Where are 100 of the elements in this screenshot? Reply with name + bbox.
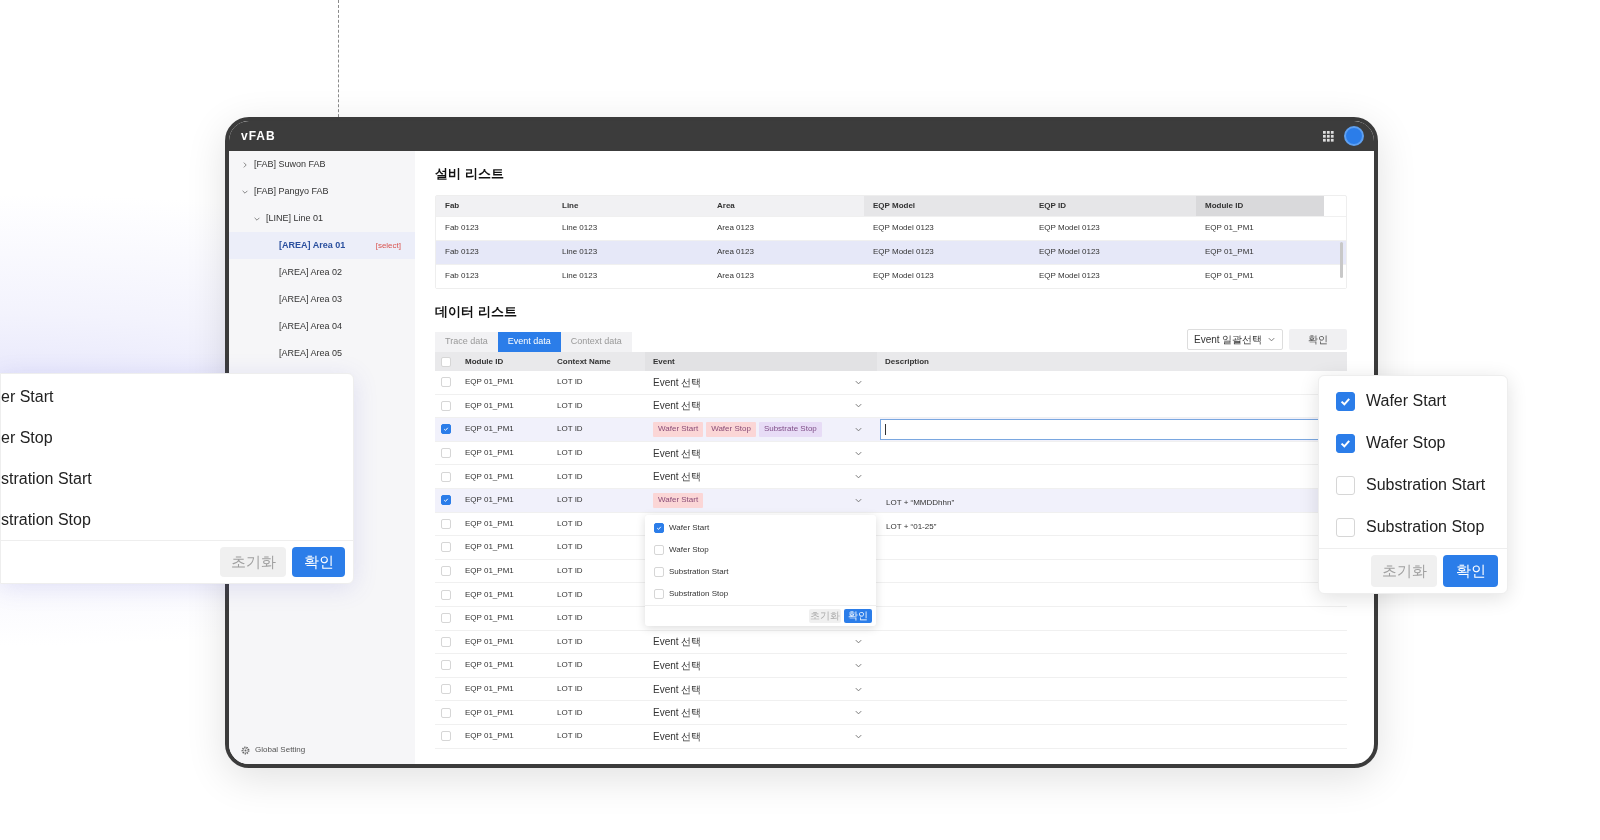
column-header: Area (708, 195, 864, 216)
table-cell-text: Area 0123 (716, 270, 755, 282)
table-cell-text: LOT ID (556, 494, 584, 507)
column-header: Module ID (464, 355, 505, 368)
table-cell-text: EQP Model 0123 (1038, 222, 1101, 234)
checkbox[interactable] (1336, 433, 1355, 453)
checkbox[interactable] (441, 495, 451, 506)
table-cell-text: LOT ID (556, 706, 584, 719)
tab[interactable]: Event data (497, 332, 561, 352)
table-cell-text: LOT ID (556, 376, 584, 389)
event-select[interactable]: Event 선택 (653, 634, 702, 650)
table-cell-text: EQP 01_PM1 (464, 588, 515, 601)
table-cell-text: EQP 01_PM1 (464, 635, 515, 648)
tree-item[interactable]: [AREA] Area 01 [select] (229, 232, 415, 259)
table-cell-text: EQP Model 0123 (872, 222, 935, 234)
table-cell-text: Line 0123 (561, 270, 599, 282)
confirm-button[interactable]: 확인 (1443, 555, 1498, 587)
table-cell-text: LOT ID (556, 399, 584, 412)
section-title: 데이터 리스트 (435, 302, 518, 321)
column-header: EQP ID (1030, 195, 1196, 216)
table-cell-text: LOT ID (556, 730, 584, 743)
table-cell-text: EQP 01_PM1 (464, 541, 515, 554)
event-select[interactable]: Event 선택 (653, 445, 702, 461)
option-item[interactable]: Substration Stop (645, 583, 876, 605)
app-logo: vFAB (241, 128, 276, 145)
event-tag: Wafer Start (653, 422, 704, 437)
tree-item[interactable]: [FAB] Pangyo FAB (229, 178, 415, 205)
tree-item[interactable]: [AREA] Area 03 (229, 286, 415, 313)
option-item[interactable]: er Start (1, 376, 353, 417)
table-cell-text: LOT ID (556, 541, 584, 554)
table-cell-text: EQP Model 0123 (1038, 246, 1101, 258)
table-cell-text: EQP 01_PM1 (464, 447, 515, 460)
check-icon (443, 426, 449, 433)
option-item[interactable]: Wafer Stop (645, 539, 876, 561)
user-avatar[interactable] (1344, 126, 1364, 146)
event-tag: Wafer Stop (706, 422, 756, 437)
section-title: 설비 리스트 (435, 165, 505, 183)
table-row[interactable]: Fab 0123 Line 0123 Area 0123 EQP Model 0123 EQP Model 0123 EQP 01_PM1 (436, 263, 1346, 288)
event-select[interactable]: Event 선택 (653, 728, 702, 744)
bulk-select-dropdown[interactable]: Event 일괄선택 (1187, 329, 1283, 350)
event-select[interactable]: Event 선택 (653, 681, 702, 697)
tree-item[interactable]: [AREA] Area 04 (229, 313, 415, 340)
table-cell-text: Line 0123 (561, 246, 599, 258)
checkbox[interactable] (441, 424, 451, 435)
table-cell-text: LOT + “01-25” (885, 521, 937, 531)
table-cell-text: Fab 0123 (444, 246, 480, 258)
table-cell-text: LOT ID (556, 612, 584, 625)
event-select[interactable]: Event 선택 (653, 657, 702, 673)
chevron-icon (241, 160, 249, 169)
table-cell-text: EQP 01_PM1 (464, 730, 515, 743)
column-header: Module ID (1196, 195, 1324, 216)
table-cell-text: EQP 01_PM1 (464, 706, 515, 719)
table-cell-text: LOT ID (556, 470, 584, 483)
event-select[interactable]: Event 선택 (653, 469, 702, 485)
tree-item[interactable]: [LINE] Line 01 (229, 205, 415, 232)
column-header: Event (645, 352, 877, 371)
apps-grid-icon[interactable] (1323, 130, 1334, 142)
column-header: EQP Model (864, 195, 1030, 216)
tree-item[interactable]: [AREA] Area 05 (229, 340, 415, 367)
confirm-button[interactable]: 확인 (844, 609, 872, 623)
column-header: Context Name (556, 355, 612, 368)
table-cell-text: LOT ID (556, 635, 584, 648)
event-tag: Substrate Stop (758, 422, 822, 437)
table-cell-text: EQP 01_PM1 (464, 399, 515, 412)
option-item[interactable]: Wafer Start (645, 517, 876, 539)
table-row[interactable]: Fab 0123 Line 0123 Area 0123 EQP Model 0123 EQP Model 0123 EQP 01_PM1 (436, 239, 1346, 264)
column-header: Line (553, 195, 708, 216)
global-setting-link[interactable]: Global Setting (229, 744, 415, 756)
table-cell-text: EQP 01_PM1 (464, 376, 515, 389)
option-item[interactable]: stration Stop (1, 499, 353, 540)
checkbox[interactable] (654, 523, 664, 533)
tree-item[interactable]: [FAB] Suwon FAB (229, 151, 415, 178)
table-cell-text: EQP 01_PM1 (464, 470, 515, 483)
event-select[interactable]: Event 선택 (653, 398, 702, 414)
table-cell-text: LOT ID (556, 447, 584, 460)
column-header: Fab (436, 195, 553, 216)
option-item[interactable]: stration Start (1, 458, 353, 499)
settings-icon (241, 745, 250, 755)
event-select[interactable]: Event 선택 (653, 374, 702, 390)
table-cell-text: EQP 01_PM1 (464, 494, 515, 507)
chevron-icon (1267, 335, 1276, 344)
table-cell-text: EQP Model 0123 (872, 270, 935, 282)
tree-item[interactable]: [AREA] Area 02 (229, 259, 415, 286)
event-select[interactable]: Event 선택 (653, 705, 702, 721)
table-cell-text: LOT ID (556, 588, 584, 601)
option-item[interactable]: Substration Start (645, 561, 876, 583)
check-icon (656, 525, 662, 531)
table-cell-text: EQP Model 0123 (1038, 270, 1101, 282)
confirm-button[interactable]: 확인 (1289, 329, 1347, 350)
scrollbar[interactable] (1340, 241, 1343, 278)
option-item[interactable]: er Stop (1, 417, 353, 458)
table-cell-text: LOT ID (556, 683, 584, 695)
table-cell-text: EQP 01_PM1 (464, 423, 515, 436)
checkbox[interactable] (1336, 391, 1355, 411)
confirm-button[interactable]: 확인 (292, 547, 345, 577)
table-cell-text: EQP 01_PM1 (1204, 246, 1255, 258)
table-cell-text: Fab 0123 (444, 270, 480, 282)
table-cell-text: LOT ID (556, 423, 584, 436)
table-cell-text: LOT ID (556, 565, 584, 578)
table-cell-text: EQP 01_PM1 (464, 565, 515, 578)
